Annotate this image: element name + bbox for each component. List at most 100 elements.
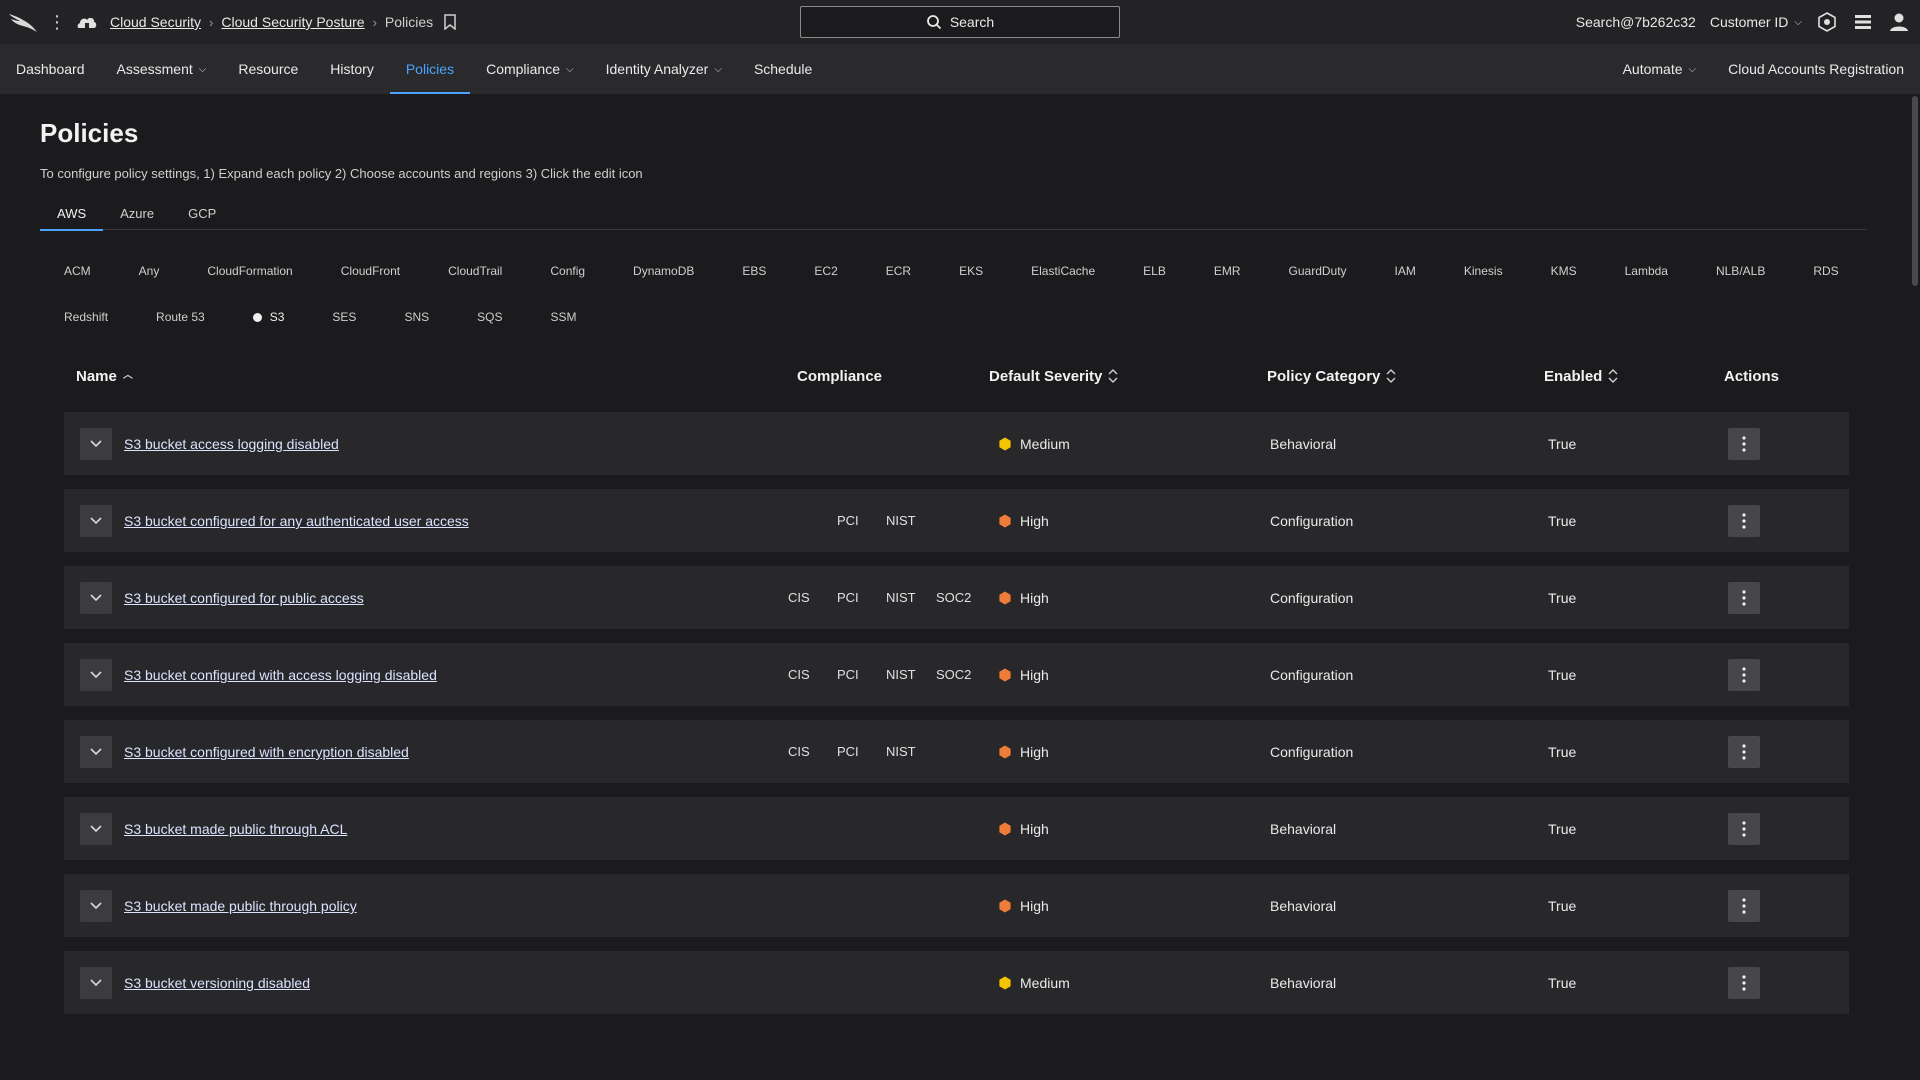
enabled-value: True xyxy=(1548,513,1577,529)
nav-dashboard[interactable]: Dashboard xyxy=(0,44,101,94)
table-row: S3 bucket made public through policy High… xyxy=(64,874,1849,938)
scrollbar-thumb[interactable] xyxy=(1912,96,1918,286)
bookmark-icon[interactable] xyxy=(443,14,457,30)
nav-identity-analyzer[interactable]: Identity Analyzer ⌵ xyxy=(590,44,738,94)
row-actions-button[interactable] xyxy=(1728,890,1760,922)
policy-name-link[interactable]: S3 bucket configured for public access xyxy=(124,566,364,630)
row-actions-button[interactable] xyxy=(1728,582,1760,614)
column-header-category[interactable]: Policy Category xyxy=(1267,356,1396,396)
service-filter-cloudtrail[interactable]: CloudTrail xyxy=(424,256,526,286)
row-actions-button[interactable] xyxy=(1728,505,1760,537)
policy-category: Configuration xyxy=(1270,667,1354,683)
expand-row-button[interactable] xyxy=(80,428,112,460)
kebab-menu-icon[interactable]: ⋮ xyxy=(48,13,66,31)
row-actions-button[interactable] xyxy=(1728,736,1760,768)
nav-assessment[interactable]: Assessment ⌵ xyxy=(101,44,223,94)
expand-row-button[interactable] xyxy=(80,890,112,922)
service-filter-sqs[interactable]: SQS xyxy=(453,302,526,332)
tab-gcp[interactable]: GCP xyxy=(171,204,233,230)
nav-resource[interactable]: Resource xyxy=(222,44,314,94)
expand-row-button[interactable] xyxy=(80,813,112,845)
nav-automate[interactable]: Automate ⌵ xyxy=(1607,44,1713,94)
service-filter-elb[interactable]: ELB xyxy=(1119,256,1190,286)
service-filter-guardduty[interactable]: GuardDuty xyxy=(1265,256,1371,286)
chevron-down-icon: ⌵ xyxy=(714,63,722,75)
service-filter-elasticache[interactable]: ElastiCache xyxy=(1007,256,1119,286)
compliance-tag-cis: CIS xyxy=(788,744,810,759)
nav-schedule[interactable]: Schedule xyxy=(738,44,828,94)
column-header-enabled[interactable]: Enabled xyxy=(1544,356,1618,396)
nav-label: Compliance xyxy=(486,61,561,77)
service-filter-s3[interactable]: S3 xyxy=(229,302,309,332)
search-button[interactable]: Search xyxy=(800,6,1120,38)
expand-row-button[interactable] xyxy=(80,736,112,768)
service-filter-ses[interactable]: SES xyxy=(308,302,380,332)
breadcrumb-cloud-security-posture[interactable]: Cloud Security Posture xyxy=(221,14,364,30)
stack-icon[interactable] xyxy=(1852,11,1874,33)
policy-category: Behavioral xyxy=(1270,821,1337,837)
kebab-menu-icon xyxy=(1742,821,1746,837)
policy-name-link[interactable]: S3 bucket configured for any authenticat… xyxy=(124,489,469,553)
severity-indicator: High xyxy=(998,720,1049,784)
service-filter-ssm[interactable]: SSM xyxy=(526,302,600,332)
service-filter-iam[interactable]: IAM xyxy=(1371,256,1440,286)
service-filter-nlb-alb[interactable]: NLB/ALB xyxy=(1692,256,1789,286)
row-actions-button[interactable] xyxy=(1728,428,1760,460)
service-filter-acm[interactable]: ACM xyxy=(40,256,115,286)
column-header-name[interactable]: Name ︿ xyxy=(76,356,133,396)
nav-policies[interactable]: Policies xyxy=(389,44,471,94)
expand-row-button[interactable] xyxy=(80,659,112,691)
service-filter-cloudfront[interactable]: CloudFront xyxy=(317,256,424,286)
nav-label: History xyxy=(330,61,374,77)
service-filter-any[interactable]: Any xyxy=(115,256,184,286)
user-icon[interactable] xyxy=(1888,11,1910,33)
chevron-down-icon xyxy=(90,594,102,602)
service-filter-ecr[interactable]: ECR xyxy=(862,256,935,286)
expand-row-button[interactable] xyxy=(80,505,112,537)
service-filter-route-53[interactable]: Route 53 xyxy=(132,302,229,332)
service-filter-rds[interactable]: RDS xyxy=(1789,256,1862,286)
severity-label: High xyxy=(1020,744,1049,760)
service-filter-label: CloudFront xyxy=(340,264,401,278)
page-scrollbar[interactable] xyxy=(1910,94,1920,1080)
service-filter-redshift[interactable]: Redshift xyxy=(40,302,132,332)
service-filter-dynamodb[interactable]: DynamoDB xyxy=(609,256,718,286)
service-filter-sns[interactable]: SNS xyxy=(380,302,453,332)
service-filter-lambda[interactable]: Lambda xyxy=(1601,256,1692,286)
service-filter-eks[interactable]: EKS xyxy=(935,256,1007,286)
policy-category: Configuration xyxy=(1270,513,1354,529)
tab-azure[interactable]: Azure xyxy=(103,204,171,230)
nav-cloud-accounts-registration[interactable]: Cloud Accounts Registration xyxy=(1712,44,1920,94)
service-filter-config[interactable]: Config xyxy=(526,256,609,286)
policy-name-link[interactable]: S3 bucket configured with access logging… xyxy=(124,643,437,707)
falcon-logo-icon[interactable] xyxy=(8,11,38,33)
service-filter-label: EKS xyxy=(959,264,984,278)
customer-id-dropdown[interactable]: Customer ID ⌵ xyxy=(1710,14,1802,30)
policy-name-link[interactable]: S3 bucket versioning disabled xyxy=(124,951,310,1015)
cloud-home-icon[interactable] xyxy=(76,11,98,33)
tab-aws[interactable]: AWS xyxy=(40,204,104,231)
nav-compliance[interactable]: Compliance ⌵ xyxy=(470,44,590,94)
hexagon-settings-icon[interactable] xyxy=(1816,11,1838,33)
service-filter-ebs[interactable]: EBS xyxy=(718,256,790,286)
row-actions-button[interactable] xyxy=(1728,813,1760,845)
service-filter-cloudformation[interactable]: CloudFormation xyxy=(183,256,316,286)
breadcrumb-cloud-security[interactable]: Cloud Security xyxy=(110,14,201,30)
policy-name-link[interactable]: S3 bucket made public through ACL xyxy=(124,797,347,861)
expand-row-button[interactable] xyxy=(80,582,112,614)
service-filter-label: EC2 xyxy=(814,264,838,278)
nav-history[interactable]: History xyxy=(314,44,390,94)
compliance-tag-pci: PCI xyxy=(837,744,859,759)
row-actions-button[interactable] xyxy=(1728,967,1760,999)
service-filter-kms[interactable]: KMS xyxy=(1527,256,1601,286)
service-filter-ec2[interactable]: EC2 xyxy=(790,256,861,286)
row-actions-button[interactable] xyxy=(1728,659,1760,691)
service-filter-kinesis[interactable]: Kinesis xyxy=(1440,256,1527,286)
expand-row-button[interactable] xyxy=(80,967,112,999)
column-header-severity[interactable]: Default Severity xyxy=(989,356,1118,396)
compliance-tag-cis: CIS xyxy=(788,667,810,682)
service-filter-emr[interactable]: EMR xyxy=(1190,256,1265,286)
policy-name-link[interactable]: S3 bucket configured with encryption dis… xyxy=(124,720,409,784)
policy-name-link[interactable]: S3 bucket access logging disabled xyxy=(124,412,339,476)
policy-name-link[interactable]: S3 bucket made public through policy xyxy=(124,874,357,938)
